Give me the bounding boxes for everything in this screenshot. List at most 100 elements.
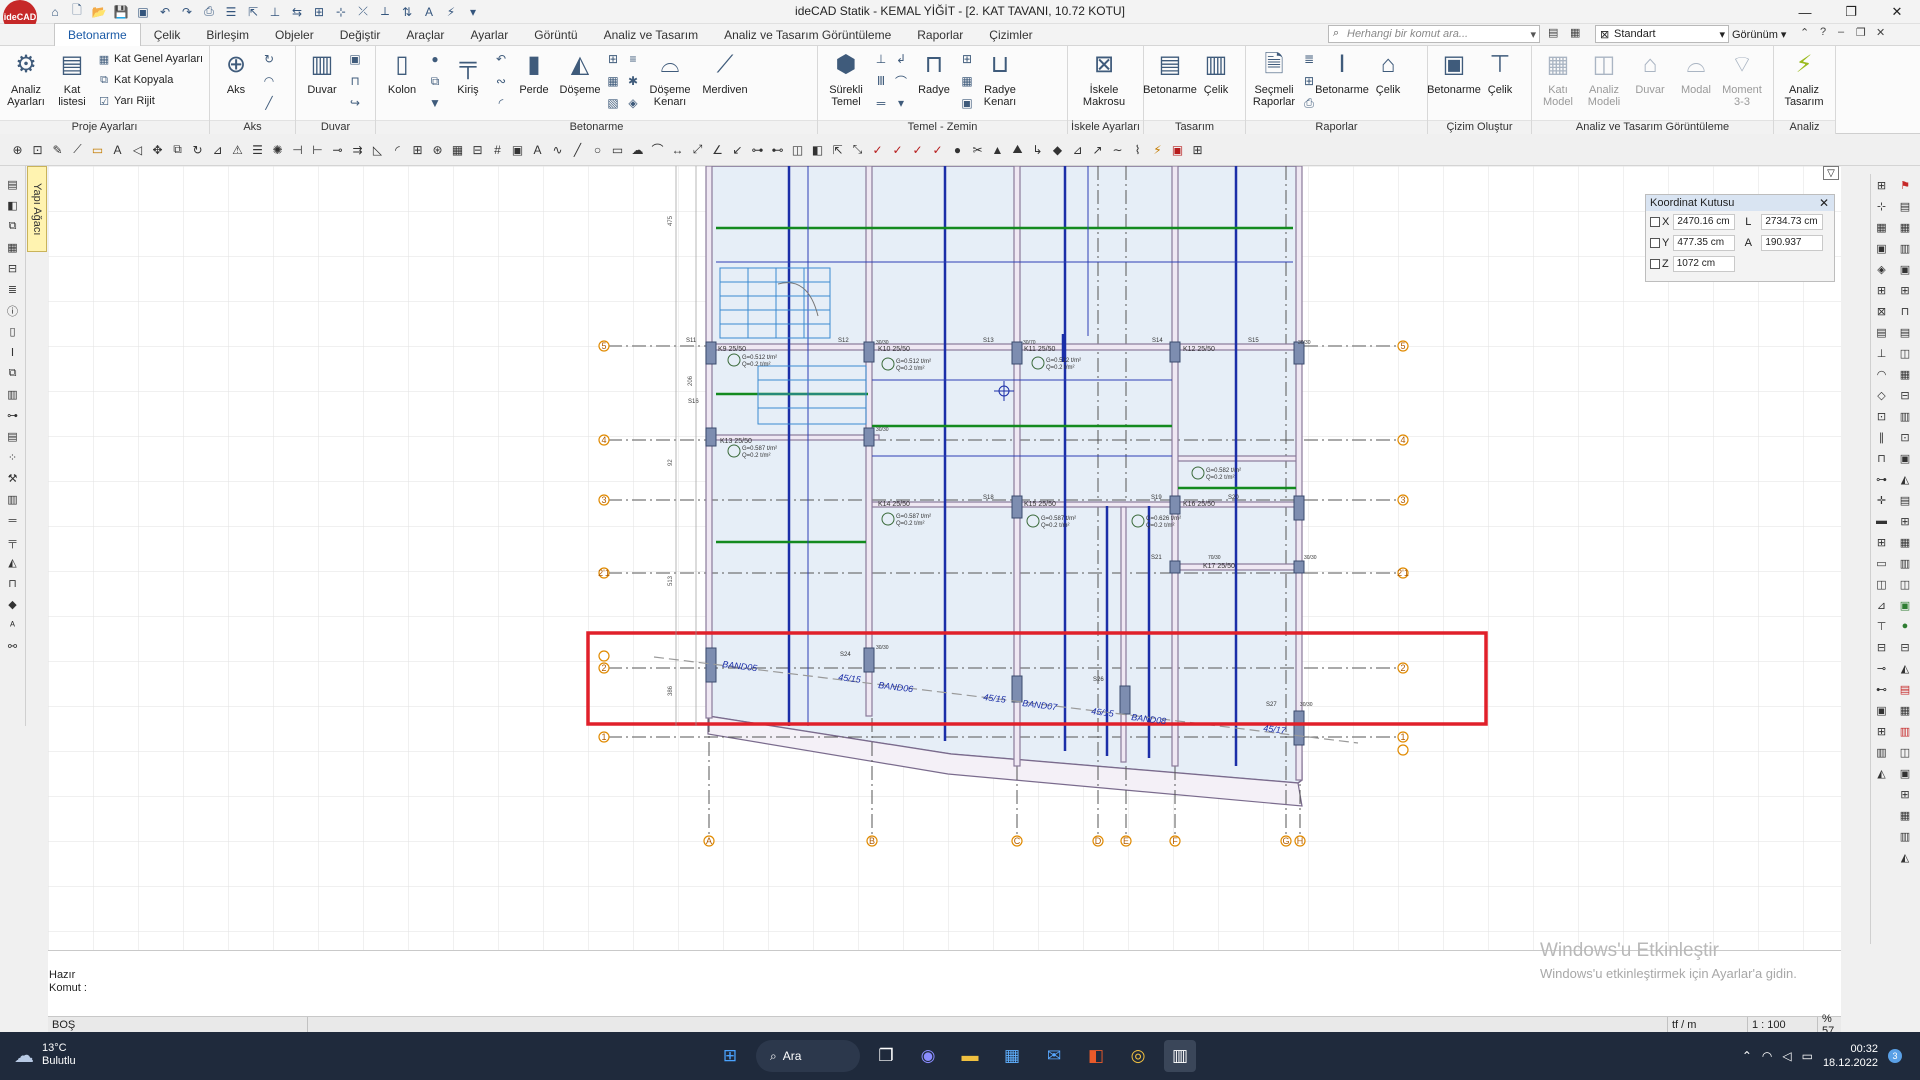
view-menu[interactable]: Görünüm ▾ [1732,28,1786,41]
redo-icon[interactable]: ↷ [178,3,196,21]
ruler-icon[interactable]: ⊿ [1068,140,1087,159]
node-icon[interactable]: ⊞ [310,3,328,21]
text-style-icon[interactable]: A [420,3,438,21]
x-field[interactable]: 2470.16 cm [1673,213,1736,230]
volume-icon[interactable]: ◁ [1782,1049,1791,1063]
grid-snap-icon[interactable]: ⊹ [332,3,350,21]
arc-icon[interactable]: ⌒ [648,140,667,159]
beam-arc-icon[interactable]: ◜ [492,94,510,112]
block-icon[interactable]: ◧ [808,140,827,159]
lw-icon[interactable]: ▬ [1873,512,1891,530]
z-lock-checkbox[interactable] [1650,258,1660,269]
fillet-icon[interactable]: ◜ [388,140,407,159]
r19-icon[interactable]: ◫ [1896,575,1914,593]
explode-icon[interactable]: ✺ [268,140,287,159]
report-pdf-icon[interactable]: ⎙ [1300,94,1318,112]
section-icon[interactable]: ⊶ [748,140,767,159]
circle-icon[interactable]: ○ [588,140,607,159]
r15-icon[interactable]: ▤ [1896,491,1914,509]
idecad-taskbar-icon[interactable]: ▥ [1164,1040,1196,1072]
file-explorer-icon[interactable]: ▬ [954,1040,986,1072]
trim-icon[interactable]: ⤫ [354,3,372,21]
snap-icon[interactable]: ⊥ [266,3,284,21]
pan-icon[interactable]: ⇱ [828,140,847,159]
snap-quad-icon[interactable]: ⊞ [1873,281,1891,299]
check2-icon[interactable]: ✓ [888,140,907,159]
tasarim-betonarme-button[interactable]: ▤ Betonarme [1143,48,1197,120]
x-lock-checkbox[interactable] [1650,216,1660,227]
cizim-betonarme-button[interactable]: ▣ Betonarme [1427,48,1481,120]
abc-icon[interactable]: ᴬ [4,617,22,634]
properties-icon[interactable]: ▦ [4,239,22,256]
axis-arc-icon[interactable]: ◠ [260,72,278,90]
warning-icon[interactable]: ⚠ [228,140,247,159]
polyline-icon[interactable]: ∿ [548,140,567,159]
aks-button[interactable]: ⊕ Aks [213,48,259,120]
slab-color-icon[interactable]: ◈ [624,94,642,112]
tab-araclar[interactable]: Araçlar [393,24,457,46]
tab-raporlar[interactable]: Raporlar [904,24,976,46]
mirror-icon[interactable]: ⊿ [208,140,227,159]
orbit-icon[interactable]: ⤡ [848,140,867,159]
zoom-window-icon[interactable]: ⊡ [28,140,47,159]
r18-icon[interactable]: ▥ [1896,554,1914,572]
cut-icon[interactable]: ✂ [968,140,987,159]
split-icon[interactable]: Ⅰ [4,344,22,361]
rapor-celik-button[interactable]: ⌂ Çelik [1365,48,1411,120]
b-icon[interactable]: ⊤ [1873,617,1891,635]
r2-icon[interactable]: ▦ [1896,218,1914,236]
r16-icon[interactable]: ⊞ [1896,512,1914,530]
otrack-icon[interactable]: ✛ [1873,491,1891,509]
snap-mid-icon[interactable]: ▦ [1873,218,1891,236]
select-icon[interactable]: ☰ [222,3,240,21]
wall-icon[interactable]: ▥ [4,491,22,508]
g-icon[interactable]: ⊞ [1873,722,1891,740]
stack-icon[interactable]: ▤ [4,428,22,445]
r13-icon[interactable]: ▣ [1896,449,1914,467]
match-icon[interactable]: ⊛ [428,140,447,159]
pointer-icon[interactable]: ⇱ [244,3,262,21]
dimension-icon[interactable]: ⟋ [68,140,87,159]
text2-icon[interactable]: A [528,140,547,159]
slab-hole-icon[interactable]: ▧ [604,94,622,112]
yapi-agaci-tab[interactable]: Yapı Ağacı [27,166,47,252]
tasarim-celik-button[interactable]: ▥ Çelik [1193,48,1239,120]
r8-icon[interactable]: ◫ [1896,344,1914,362]
close-button[interactable]: ✕ [1874,0,1920,24]
h-icon[interactable]: ▥ [1873,743,1891,761]
grid-icon[interactable]: ⊞ [1873,176,1891,194]
close-icon[interactable]: ✕ [1819,196,1834,210]
c-icon[interactable]: ⊟ [1873,638,1891,656]
image-icon[interactable]: ▣ [508,140,527,159]
y-field[interactable]: 477.35 cm [1673,234,1736,251]
wall-arc-icon[interactable]: ↪ [346,94,364,112]
kolon-button[interactable]: ▯ Kolon [379,48,425,120]
dim-angle-icon[interactable]: ∠ [708,140,727,159]
kat-listesi-button[interactable]: ▤ Kat listesi [49,48,95,120]
chamfer-icon[interactable]: ◺ [368,140,387,159]
r28-icon[interactable]: ▣ [1896,764,1914,782]
radye-button[interactable]: ⊓ Radye [911,48,957,120]
slab-hatch-icon[interactable]: ✱ [624,72,642,90]
snap-endpoint-icon[interactable]: ⊹ [1873,197,1891,215]
slab-edit-icon[interactable]: ≡ [624,50,642,68]
tab-analiz-tasarim[interactable]: Analiz ve Tasarım [591,24,711,46]
mirror-icon[interactable]: ⇅ [398,3,416,21]
y-lock-checkbox[interactable] [1650,237,1660,248]
canvas-view-toggle[interactable]: ▽ [1823,166,1839,180]
status-zoom[interactable]: % 57 [1818,1013,1841,1037]
print-icon[interactable]: ⎙ [200,3,218,21]
leader-icon[interactable]: ↙ [728,140,747,159]
r14-icon[interactable]: ◭ [1896,470,1914,488]
cloud-icon[interactable]: ☁ [628,140,647,159]
check3-icon[interactable]: ✓ [908,140,927,159]
yari-rijit-checkbox[interactable]: ☑ Yarı Rijit [97,92,203,110]
binoculars-icon[interactable]: ⚯ [4,638,22,655]
bend-icon[interactable]: ↳ [1028,140,1047,159]
offset-icon[interactable]: ⇉ [348,140,367,159]
hatch-icon[interactable]: ▦ [448,140,467,159]
r17-icon[interactable]: ▦ [1896,533,1914,551]
analiz-modeli-button[interactable]: ◫ Analiz Modeli [1581,48,1627,120]
tab-cizimler[interactable]: Çizimler [976,24,1045,46]
command-search-input[interactable]: ⌕ Herhangi bir komut ara... ▾ [1328,25,1540,43]
